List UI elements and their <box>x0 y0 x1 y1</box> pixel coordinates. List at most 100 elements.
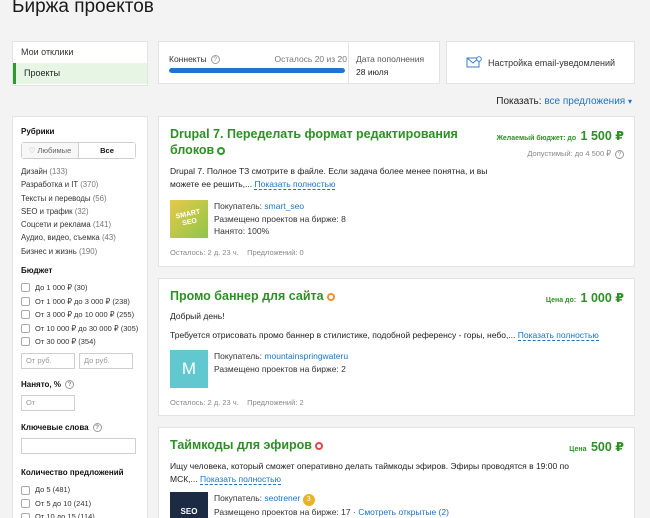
level-badge: 3 <box>302 494 315 506</box>
checkbox-label: От 3 000 ₽ до 10 000 ₽ (255) <box>35 310 135 320</box>
checkbox[interactable] <box>21 337 30 347</box>
open-projects-link[interactable]: Смотреть открытые (2) <box>358 507 449 517</box>
checkbox-label: От 10 до 15 (114) <box>35 512 95 518</box>
buyer-info: Покупатель: seotrener 3 Размещено проект… <box>214 493 449 517</box>
verified-badge-icon <box>217 146 226 155</box>
project-title[interactable]: Таймкоды для эфиров <box>170 437 323 453</box>
help-icon[interactable]: ? <box>210 55 220 65</box>
connects-progress-fill <box>169 68 345 73</box>
project-card: Drupal 7. Переделать формат редактирован… <box>158 116 635 267</box>
project-card: Промо баннер для сайта Цена до: 1 000 ₽ … <box>158 278 635 416</box>
buyer-link[interactable]: smart_seo <box>264 201 304 211</box>
rubrics-toggle: ♡ Любимые Все <box>21 142 136 159</box>
keywords-input[interactable] <box>21 438 136 455</box>
rubric-item[interactable]: Дизайн (133) <box>21 165 147 178</box>
avatar[interactable]: SEO <box>170 492 208 518</box>
show-full-link[interactable]: Показать полностью <box>200 474 281 485</box>
badge-icon <box>326 292 335 301</box>
rubric-item[interactable]: Тексты и переводы (56) <box>21 192 147 205</box>
email-settings-label: Настройка email-уведомлений <box>487 57 616 68</box>
checkbox[interactable] <box>21 296 30 306</box>
budget-title: Бюджет <box>21 266 53 276</box>
hired-input[interactable]: От <box>21 394 75 411</box>
project-meta: Осталось: 2 д. 23 ч. Предложений: 0 <box>170 248 304 257</box>
project-greeting: Добрый день! <box>170 311 225 321</box>
checkbox[interactable] <box>21 485 30 495</box>
connects-progress-bar <box>169 68 345 73</box>
checkbox-label: До 1 000 ₽ (30) <box>35 283 88 293</box>
budget-option[interactable]: От 30 000 ₽ (354) <box>21 335 147 349</box>
project-description: Drupal 7. Полное ТЗ смотрите в файле. Ес… <box>170 166 488 190</box>
connects-remaining: Осталось 20 из 20 <box>274 54 348 64</box>
mail-settings-icon <box>466 56 482 68</box>
keywords-title: Ключевые слова? <box>21 423 147 433</box>
buyer-info: Покупатель: smart_seo Размещено проектов… <box>214 201 346 236</box>
checkbox-label: От 30 000 ₽ (354) <box>35 337 96 347</box>
buyer-link[interactable]: mountainspringwateru <box>264 351 348 361</box>
toggle-all[interactable]: Все <box>78 143 135 158</box>
budget-option[interactable]: От 1 000 ₽ до 3 000 ₽ (238) <box>21 295 147 309</box>
page-title: Биржа проектов <box>12 0 154 17</box>
budget-to-input[interactable]: До руб. <box>79 352 133 369</box>
heart-icon: ♡ <box>28 146 36 155</box>
rubric-item[interactable]: SEO и трафик (32) <box>21 205 147 218</box>
checkbox[interactable] <box>21 512 30 518</box>
budget-option[interactable]: От 10 000 ₽ до 30 000 ₽ (305) <box>21 322 147 336</box>
project-card: Таймкоды для эфиров Цена 500 ₽ Ищу челов… <box>158 427 635 518</box>
offers-title: Количество предложений <box>21 468 124 478</box>
checkbox[interactable] <box>21 283 30 293</box>
refill-date-value: 28 июля <box>356 67 389 77</box>
refill-date-label: Дата пополнения <box>356 54 425 64</box>
chevron-down-icon: ▾ <box>627 97 632 106</box>
connects-label: Коннекты? <box>169 54 220 65</box>
hired-title: Нанято, %? <box>21 380 147 389</box>
checkbox[interactable] <box>21 323 30 333</box>
offers-option[interactable]: До 5 (481) <box>21 483 147 497</box>
help-icon[interactable]: ? <box>92 423 102 433</box>
checkbox-label: От 10 000 ₽ до 30 000 ₽ (305) <box>35 323 139 333</box>
filters-panel: Рубрики ♡ Любимые Все Дизайн (133) Разрабо… <box>12 116 148 518</box>
show-value[interactable]: все предложения <box>544 96 625 107</box>
budget-option[interactable]: До 1 000 ₽ (30) <box>21 281 147 295</box>
budget-option[interactable]: От 3 000 ₽ до 10 000 ₽ (255) <box>21 308 147 322</box>
help-icon[interactable]: ? <box>64 379 74 389</box>
show-filter[interactable]: Показать: все предложения ▾ <box>496 96 632 107</box>
avatar[interactable]: SMART SEO <box>170 200 208 238</box>
checkbox-label: От 1 000 ₽ до 3 000 ₽ (238) <box>35 296 130 306</box>
email-settings-button[interactable]: Настройка email-уведомлений <box>446 41 635 84</box>
show-full-link[interactable]: Показать полностью <box>517 330 599 341</box>
rubric-item[interactable]: Бизнес и жизнь (190) <box>21 245 147 258</box>
project-price: Цена 500 ₽ <box>569 440 624 454</box>
help-icon[interactable]: ? <box>615 149 624 159</box>
checkbox[interactable] <box>21 310 30 320</box>
rubric-item[interactable]: Соцсети и реклама (141) <box>21 218 147 231</box>
rubric-item[interactable]: Разработка и IT (370) <box>21 178 147 191</box>
budget-from-input[interactable]: От руб. <box>21 352 75 369</box>
avatar[interactable]: M <box>170 350 208 388</box>
project-description: Требуется отрисовать промо баннер в стил… <box>170 330 599 341</box>
left-nav: Мои отклики Проекты <box>12 41 148 86</box>
buyer-link[interactable]: seotrener <box>264 493 300 503</box>
nav-item-projects[interactable]: Проекты <box>13 63 147 84</box>
project-title[interactable]: Промо баннер для сайта <box>170 288 335 304</box>
offers-option[interactable]: От 10 до 15 (114) <box>21 510 147 518</box>
checkbox-label: До 5 (481) <box>35 485 71 495</box>
project-price: Цена до: 1 000 ₽ <box>545 291 624 305</box>
toggle-favorites[interactable]: ♡ Любимые <box>22 143 78 158</box>
buyer-info: Покупатель: mountainspringwateru Размеще… <box>214 351 349 374</box>
show-full-link[interactable]: Показать полностью <box>254 179 336 190</box>
project-description: Ищу человека, который сможет оперативно … <box>170 461 569 485</box>
rubric-item[interactable]: Аудио, видео, съемка (43) <box>21 231 147 244</box>
connects-panel: Коннекты? Осталось 20 из 20 Дата пополне… <box>158 41 440 84</box>
project-allowed-price: Допустимый: до 4 500 ₽? <box>527 149 624 159</box>
project-price: Желаемый бюджет: до 1 500 ₽ <box>496 129 624 143</box>
rubrics-title: Рубрики <box>21 127 55 136</box>
divider <box>348 42 349 83</box>
checkbox[interactable] <box>21 499 30 509</box>
project-meta: Осталось: 2 д. 23 ч. Предложений: 2 <box>170 398 304 407</box>
nav-item-my-responses[interactable]: Мои отклики <box>13 42 147 63</box>
badge-icon <box>314 441 323 450</box>
show-label: Показать: <box>496 96 542 107</box>
offers-option[interactable]: От 5 до 10 (241) <box>21 497 147 511</box>
project-title[interactable]: Drupal 7. Переделать формат редактирован… <box>170 126 470 158</box>
